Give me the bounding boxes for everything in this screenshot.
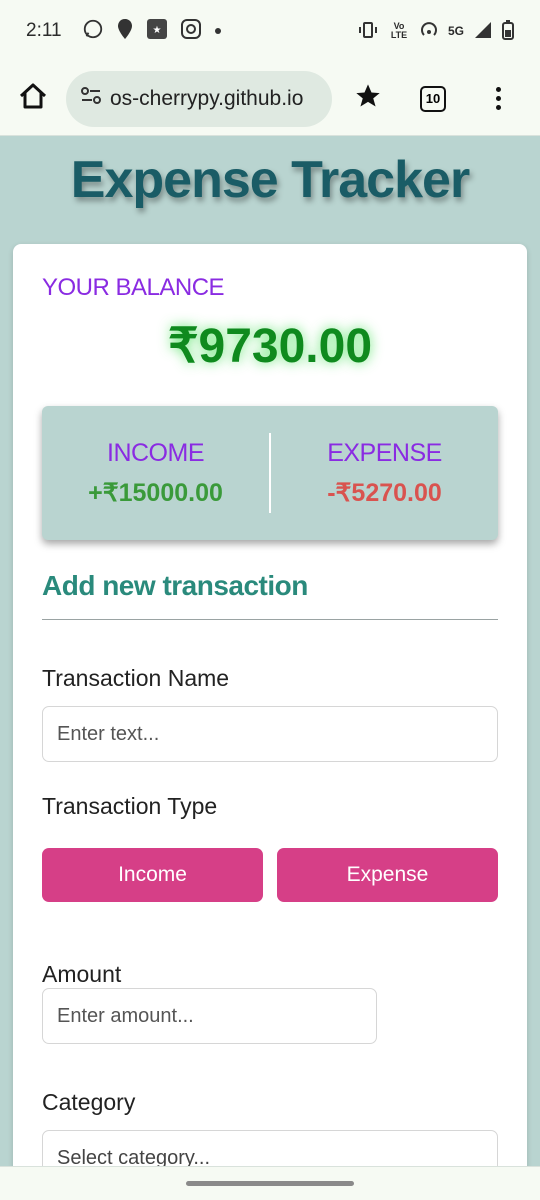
balance-value: ₹9730.00 (167, 320, 373, 373)
tab-switcher-button[interactable]: 10 (420, 85, 446, 112)
amount-input[interactable] (42, 988, 377, 1044)
network-label: 5G (447, 24, 464, 38)
expense-label: EXPENSE (327, 438, 442, 467)
instagram-icon (180, 18, 202, 45)
address-bar[interactable]: os-cherrypy.github.io (66, 70, 332, 127)
whatsapp-icon (82, 18, 104, 45)
tracker-card: YOUR BALANCE ₹9730.00 INCOME +₹15000.00 … (13, 244, 527, 1200)
svg-text:★: ★ (152, 25, 161, 36)
amount-label: Amount (42, 961, 122, 987)
hotspot-icon (420, 21, 438, 42)
vibrate-icon (358, 21, 378, 42)
site-settings-icon[interactable] (80, 86, 102, 111)
income-amount: +₹15000.00 (88, 478, 223, 507)
home-icon[interactable] (18, 82, 48, 115)
notification-icons: ★ (82, 18, 222, 45)
app-icon: ★ (146, 18, 168, 45)
expense-type-button[interactable]: Expense (277, 848, 498, 902)
add-transaction-heading: Add new transaction (42, 570, 308, 601)
income-expense-summary: INCOME +₹15000.00 EXPENSE -₹5270.00 (42, 406, 498, 540)
dot-icon (214, 22, 222, 40)
location-icon (116, 18, 134, 45)
section-divider (42, 619, 498, 620)
expense-amount: -₹5270.00 (327, 478, 442, 507)
more-menu-icon[interactable] (496, 87, 501, 110)
url-text: os-cherrypy.github.io (110, 86, 304, 110)
balance-label: YOUR BALANCE (42, 274, 225, 301)
battery-icon (502, 19, 514, 43)
signal-icon (474, 21, 492, 42)
transaction-name-label: Transaction Name (42, 665, 230, 691)
page-title: Expense Tracker (70, 151, 470, 209)
income-label: INCOME (107, 438, 205, 467)
volte-label: Vo LTE (390, 21, 408, 40)
transaction-name-input[interactable] (42, 706, 498, 762)
bookmark-star-icon[interactable] (354, 82, 382, 115)
gesture-handle[interactable] (186, 1181, 354, 1186)
income-summary: INCOME +₹15000.00 (42, 439, 269, 508)
browser-toolbar: os-cherrypy.github.io 10 (0, 62, 540, 136)
system-nav-bar (0, 1166, 540, 1200)
transaction-type-label: Transaction Type (42, 793, 218, 819)
status-right: Vo LTE 5G (358, 19, 514, 43)
income-type-button[interactable]: Income (42, 848, 263, 902)
expense-summary: EXPENSE -₹5270.00 (271, 439, 498, 508)
status-time: 2:11 (26, 20, 62, 41)
category-label: Category (42, 1089, 136, 1115)
status-bar: 2:11 ★ Vo LTE 5G (0, 0, 540, 62)
